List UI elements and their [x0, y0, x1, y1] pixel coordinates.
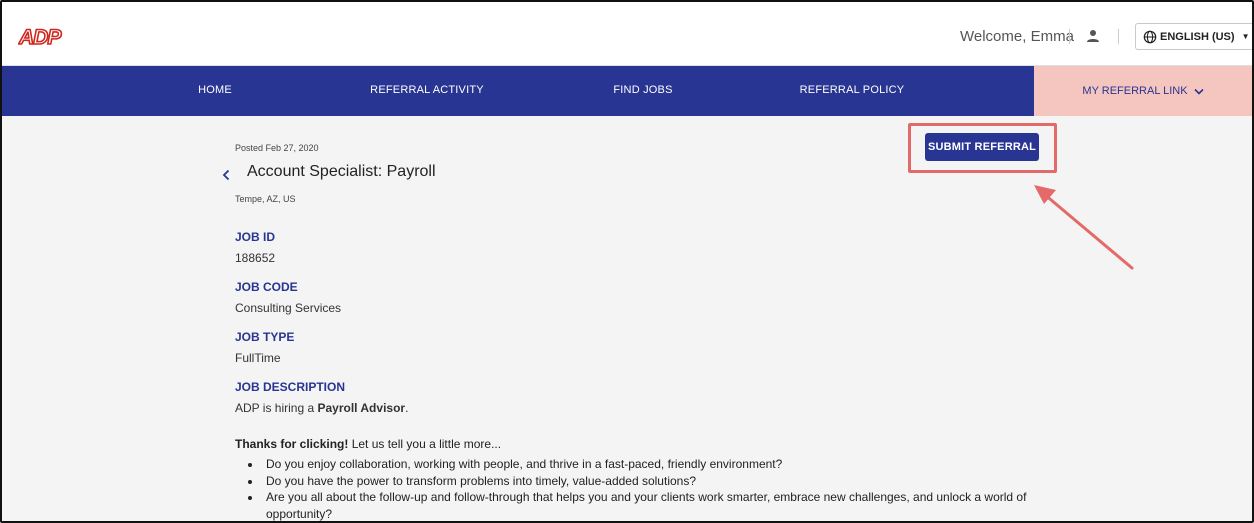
intro-rest: Let us tell you a little more...: [348, 437, 502, 451]
caret-down-icon: ▼: [1241, 32, 1250, 41]
svg-text:ADP: ADP: [18, 26, 62, 47]
nav-find-jobs[interactable]: FIND JOBS: [613, 84, 672, 96]
job-description-label: JOB DESCRIPTION: [235, 380, 346, 394]
list-item: Do you enjoy collaboration, working with…: [262, 456, 1042, 473]
chevron-down-icon: [1193, 88, 1204, 95]
list-item: Do you have the power to transform probl…: [262, 473, 1042, 490]
job-id-label: JOB ID: [235, 230, 276, 244]
intro-bold: Thanks for clicking!: [235, 437, 349, 451]
job-location: Tempe, AZ, US: [235, 194, 296, 204]
nav-referral-policy[interactable]: REFERRAL POLICY: [800, 84, 905, 96]
welcome-text: Welcome, Emma: [960, 28, 1074, 45]
language-label: ENGLISH (US): [1160, 30, 1235, 43]
hiring-prefix: ADP is hiring a: [235, 401, 318, 415]
description-intro: Thanks for clicking! Let us tell you a l…: [235, 437, 501, 451]
job-type-label: JOB TYPE: [235, 330, 295, 344]
hiring-role: Payroll Advisor: [317, 401, 406, 415]
divider: [1069, 29, 1070, 44]
divider: [1118, 29, 1119, 44]
main-nav: HOME REFERRAL ACTIVITY FIND JOBS REFERRA…: [2, 66, 1252, 116]
posted-date: Posted Feb 27, 2020: [235, 143, 319, 153]
chevron-left-icon[interactable]: [222, 169, 230, 181]
hiring-suffix: .: [405, 401, 409, 415]
list-item: Are you all about the follow-up and foll…: [262, 489, 1042, 521]
my-referral-link-menu[interactable]: MY REFERRAL LINK: [1034, 66, 1252, 116]
user-icon[interactable]: [1085, 28, 1101, 44]
nav-referral-activity[interactable]: REFERRAL ACTIVITY: [370, 84, 484, 96]
annotation-arrow-icon: [1034, 185, 1134, 270]
app-window: ADP Welcome, Emma ENGLISH (US) ▼ HOME RE…: [0, 0, 1254, 523]
job-type-value: FullTime: [235, 351, 281, 365]
job-detail: Posted Feb 27, 2020 Account Specialist: …: [2, 116, 1252, 521]
globe-icon: [1143, 30, 1157, 43]
hiring-line: ADP is hiring a Payroll Advisor.: [235, 401, 408, 415]
my-referral-link-label: MY REFERRAL LINK: [1082, 85, 1188, 97]
submit-referral-button[interactable]: SUBMIT REFERRAL: [925, 133, 1039, 161]
top-header: ADP Welcome, Emma ENGLISH (US) ▼: [2, 2, 1252, 66]
job-title: Account Specialist: Payroll: [247, 163, 436, 180]
job-code-value: Consulting Services: [235, 301, 342, 315]
language-selector[interactable]: ENGLISH (US) ▼: [1135, 23, 1252, 50]
adp-logo[interactable]: ADP: [18, 25, 66, 47]
job-id-value: 188652: [235, 251, 276, 265]
job-code-label: JOB CODE: [235, 280, 298, 294]
description-bullets: Do you enjoy collaboration, working with…: [262, 456, 1042, 521]
nav-home[interactable]: HOME: [198, 84, 232, 96]
